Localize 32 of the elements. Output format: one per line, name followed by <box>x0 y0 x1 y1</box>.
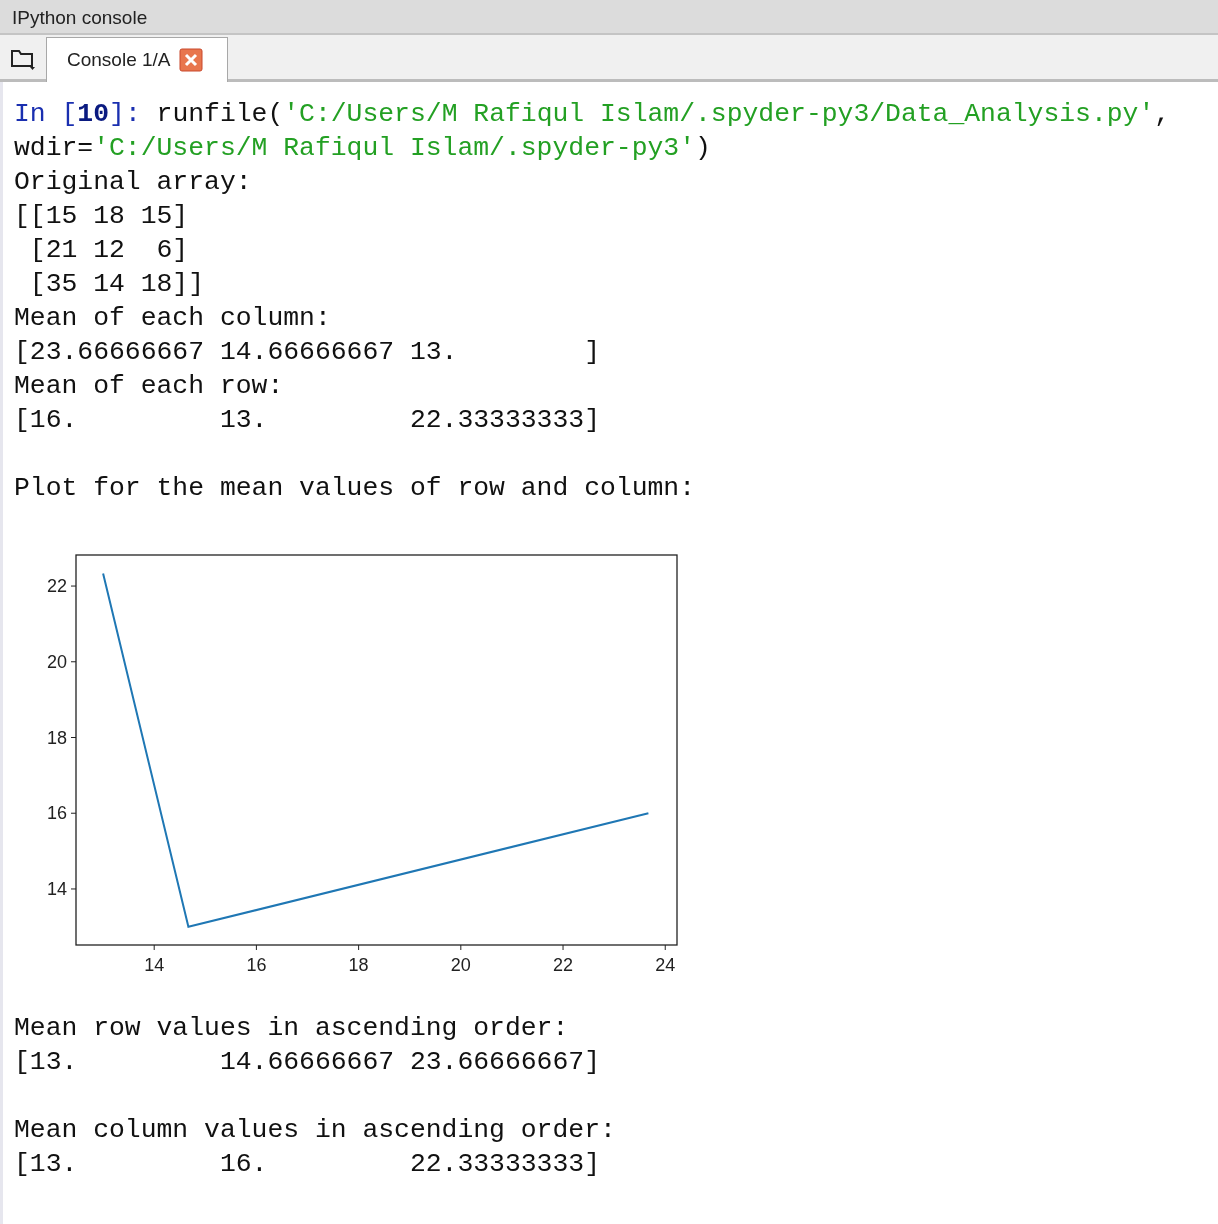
console-line: Original array: <box>14 166 253 199</box>
x-tick-label: 14 <box>144 955 165 975</box>
console-line: [21 12 6] <box>28 234 190 267</box>
console-line: Mean column values in ascending order: <box>14 1114 617 1147</box>
console-line: Plot for the mean values of row and column: <box>14 472 696 505</box>
console-line: In [10]: runfile('C:/Users/M Rafiqul Islam/.spyder-py3/Data_Analysis.py', <box>14 98 1172 131</box>
console-line: [13. 16. 22.33333333] <box>14 1148 601 1181</box>
folder-icon[interactable] <box>10 47 36 71</box>
x-tick-label: 22 <box>553 955 574 975</box>
x-tick-label: 24 <box>655 955 676 975</box>
y-tick-label: 18 <box>46 727 67 748</box>
y-tick-label: 14 <box>46 878 67 899</box>
console-line: [[15 18 15] <box>14 200 190 233</box>
pane-title: IPython console <box>0 0 1218 35</box>
x-tick-label: 18 <box>348 955 369 975</box>
console-line: wdir='C:/Users/M Rafiqul Islam/.spyder-py3') <box>14 132 712 165</box>
console-line: Mean of each row: <box>14 370 285 403</box>
console-line: Mean of each column: <box>14 302 332 335</box>
console-line: [13. 14.66666667 23.66666667] <box>14 1046 601 1079</box>
x-tick-label: 16 <box>246 955 267 975</box>
y-tick-label: 16 <box>46 803 67 824</box>
x-axis: 14 16 18 20 22 24 <box>144 944 676 975</box>
y-tick-label: 22 <box>46 576 67 597</box>
console-line: [35 14 18]] <box>28 268 206 301</box>
console-line: Mean row values in ascending order: <box>14 1012 570 1045</box>
console-line: [16. 13. 22.33333333] <box>14 404 601 437</box>
y-tick-label: 20 <box>46 651 67 672</box>
console-line: [23.66666667 14.66666667 13. ] <box>14 336 601 369</box>
console-tab[interactable]: Console 1/A <box>46 37 228 82</box>
x-tick-label: 20 <box>450 955 471 975</box>
y-axis: 14 16 18 20 22 <box>46 576 77 899</box>
close-icon[interactable] <box>178 48 203 72</box>
